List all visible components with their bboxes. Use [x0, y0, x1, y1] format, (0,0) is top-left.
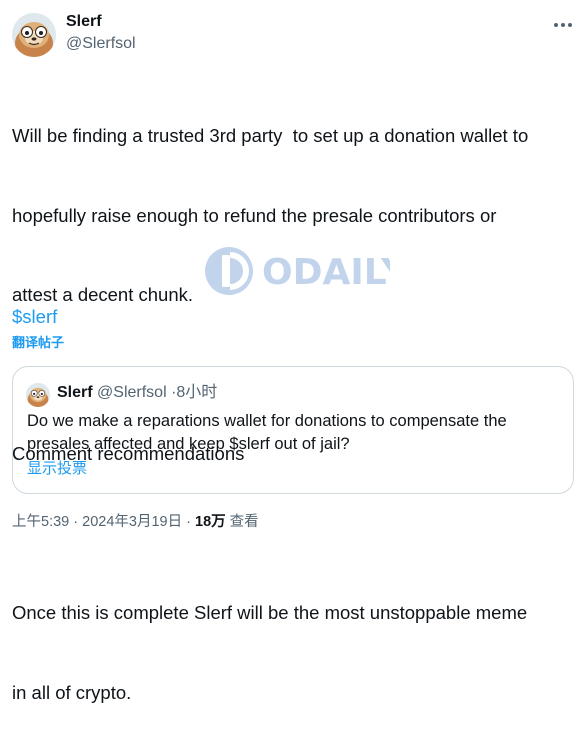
tweet-line: attest a decent chunk. [12, 284, 194, 305]
quoted-author-name: Slerf [57, 384, 93, 401]
footer-separator: · [186, 514, 191, 530]
tweet-line: hopefully raise enough to refund the pre… [12, 204, 497, 226]
post-date[interactable]: 2024年3月19日 [82, 514, 182, 530]
show-poll-link[interactable]: 显示投票 [27, 459, 87, 479]
quoted-tweet-text: Do we make a reparations wallet for dona… [27, 412, 507, 453]
quoted-author-avatar [26, 383, 50, 407]
footer-separator: · [73, 514, 79, 530]
more-options-button[interactable] [551, 13, 575, 37]
sloth-avatar-icon [26, 383, 50, 407]
tweet-line: in all of crypto. [12, 681, 132, 703]
tweet-line: Once this is complete Slerf will be the … [12, 602, 528, 623]
author-avatar[interactable] [12, 13, 56, 57]
quoted-time: 8小时 [176, 384, 218, 401]
author-handle[interactable]: @Slerfsol [66, 34, 136, 54]
quoted-tweet-header: Slerf @Slerfsol ·8小时 [57, 383, 217, 403]
views-count: 18万 [195, 514, 226, 530]
translate-post-link[interactable]: 翻译帖子 [12, 334, 64, 352]
quoted-tweet[interactable]: Slerf @Slerfsol ·8小时 Do we make a repara… [12, 366, 574, 494]
views-label: 查看 [229, 514, 259, 530]
tweet-line: Will be finding a trusted 3rd party to s… [12, 125, 529, 146]
tweet-footer: 上午5:39 · 2024年3月19日 · 18万 查看 [12, 512, 259, 532]
cashtag-link[interactable]: $slerf [12, 304, 57, 330]
three-dots-icon [554, 23, 572, 27]
sloth-avatar-icon [12, 13, 56, 57]
quoted-author-handle: @Slerfsol [97, 384, 167, 401]
author-name[interactable]: Slerf [66, 12, 102, 32]
post-time[interactable]: 上午5:39 [12, 514, 69, 530]
